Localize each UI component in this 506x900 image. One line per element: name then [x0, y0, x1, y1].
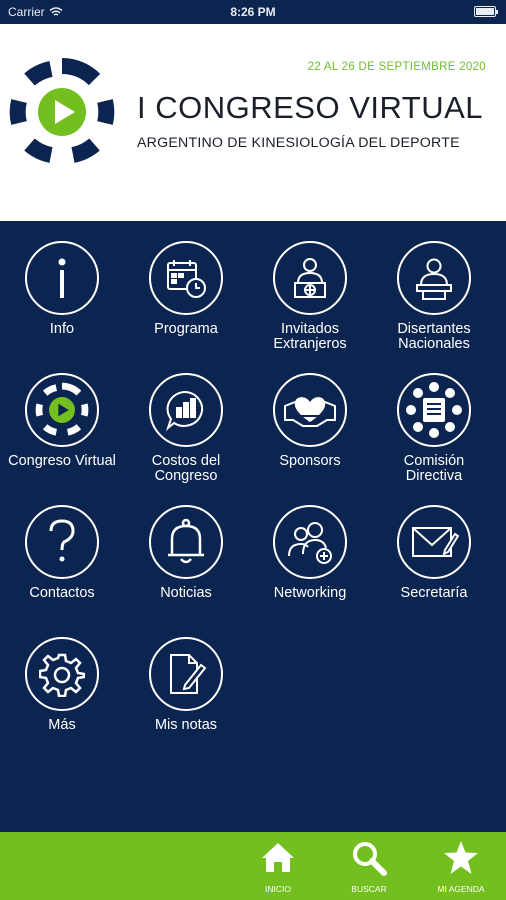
- event-dates: 22 AL 26 DE SEPTIEMBRE 2020: [307, 61, 486, 73]
- menu-item-networking[interactable]: Networking: [248, 485, 372, 615]
- menu-item-programa[interactable]: Programa: [124, 221, 248, 351]
- bell-icon: [149, 505, 223, 579]
- menu-item-mas[interactable]: Más: [0, 617, 124, 747]
- congress-logo-icon: [25, 373, 99, 447]
- tab-buscar[interactable]: BUSCAR: [329, 832, 409, 900]
- menu-item-label: Costos del Congreso: [151, 453, 221, 484]
- menu-item-label: Mis notas: [154, 717, 218, 733]
- chart-bubble-icon: [149, 373, 223, 447]
- bottom-tab-bar: INICIO BUSCAR MI AGENDA: [0, 832, 506, 900]
- menu-item-label: Invitados Extranjeros: [273, 321, 347, 352]
- app-header: 22 AL 26 DE SEPTIEMBRE 2020 I CONGRESO V…: [0, 24, 506, 221]
- menu-item-congreso-virtual[interactable]: Congreso Virtual: [0, 353, 124, 483]
- menu-item-label: Networking: [273, 585, 347, 601]
- congress-title: I CONGRESO VIRTUAL: [137, 90, 484, 125]
- speaker-podium-icon: [397, 241, 471, 315]
- menu-item-invitados-extranjeros[interactable]: Invitados Extranjeros: [248, 221, 372, 352]
- tab-mi-agenda[interactable]: MI AGENDA: [421, 832, 501, 900]
- home-icon: [262, 843, 294, 872]
- menu-item-label: Info: [49, 321, 75, 337]
- handshake-heart-icon: [273, 373, 347, 447]
- menu-item-label: Programa: [154, 321, 218, 337]
- menu-item-label: Comisión Directiva: [403, 453, 465, 484]
- note-pen-icon: [149, 637, 223, 711]
- calendar-clock-icon: [149, 241, 223, 315]
- tab-label: INICIO: [265, 884, 291, 894]
- search-icon: [353, 842, 387, 876]
- congress-logo: [9, 58, 115, 163]
- tab-label: BUSCAR: [351, 884, 387, 894]
- committee-icon: [397, 373, 471, 447]
- tab-label: MI AGENDA: [437, 884, 485, 894]
- menu-item-comision-directiva[interactable]: Comisión Directiva: [372, 353, 496, 484]
- menu-item-label: Congreso Virtual: [8, 453, 116, 469]
- menu-item-disertantes-nacionales[interactable]: Disertantes Nacionales: [372, 221, 496, 352]
- menu-item-label: Noticias: [160, 585, 212, 601]
- menu-item-label: Disertantes Nacionales: [397, 321, 471, 352]
- star-icon: [444, 841, 478, 874]
- envelope-pen-icon: [397, 505, 471, 579]
- menu-item-info[interactable]: Info: [0, 221, 124, 351]
- menu-item-label: Sponsors: [279, 453, 341, 469]
- question-icon: [25, 505, 99, 579]
- menu-item-mis-notas[interactable]: Mis notas: [124, 617, 248, 747]
- users-add-icon: [273, 505, 347, 579]
- gear-icon: [25, 637, 99, 711]
- menu-item-label: Más: [48, 717, 76, 733]
- speaker-globe-icon: [273, 241, 347, 315]
- battery-icon: [474, 6, 498, 17]
- menu-item-label: Contactos: [29, 585, 95, 601]
- menu-item-contactos[interactable]: Contactos: [0, 485, 124, 615]
- menu-item-label: Secretaría: [400, 585, 468, 601]
- menu-item-costos-del-congreso[interactable]: Costos del Congreso: [124, 353, 248, 484]
- menu-grid: Info Programa Invitados Extranjeros Dise…: [0, 221, 506, 832]
- menu-item-sponsors[interactable]: Sponsors: [248, 353, 372, 483]
- status-bar: Carrier 8:26 PM: [0, 0, 506, 24]
- status-time: 8:26 PM: [230, 5, 276, 19]
- info-icon: [25, 241, 99, 315]
- menu-item-noticias[interactable]: Noticias: [124, 485, 248, 615]
- congress-subtitle: ARGENTINO DE KINESIOLOGÍA DEL DEPORTE: [137, 135, 460, 151]
- menu-item-secretaria[interactable]: Secretaría: [372, 485, 496, 615]
- tab-inicio[interactable]: INICIO: [238, 832, 318, 900]
